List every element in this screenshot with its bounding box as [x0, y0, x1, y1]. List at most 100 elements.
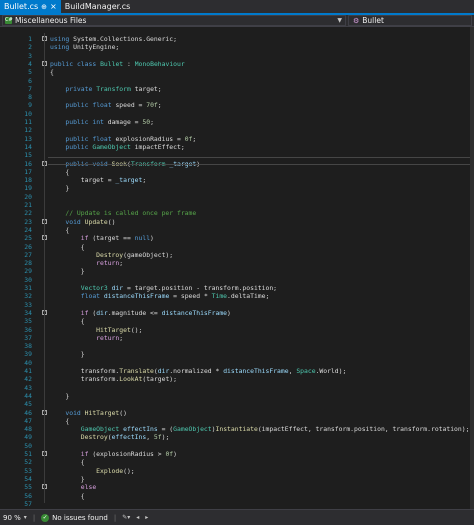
code-line[interactable]: 19 }	[0, 184, 470, 192]
code-text: Destroy(effectIns, 5f);	[50, 433, 170, 442]
code-line[interactable]: 32 float distanceThisFrame = speed * Tim…	[0, 292, 470, 300]
code-line[interactable]: 20	[0, 193, 470, 201]
code-token: distanceThisFrame	[103, 292, 170, 301]
code-line[interactable]: 25− if (target == null)	[0, 234, 470, 242]
code-line[interactable]: 3	[0, 52, 470, 60]
code-line[interactable]: 47 {	[0, 417, 470, 425]
project-scope-dropdown[interactable]: C# Miscellaneous Files ▼	[2, 15, 346, 26]
line-number: 53	[24, 466, 32, 475]
code-line[interactable]: 30	[0, 276, 470, 284]
code-line[interactable]: 4−public class Bullet : MonoBehaviour	[0, 60, 470, 68]
code-line[interactable]: 50	[0, 442, 470, 450]
code-line[interactable]: 24 {	[0, 226, 470, 234]
code-line[interactable]: 36 HitTarget();	[0, 326, 470, 334]
code-line[interactable]: 18 target = _target;	[0, 176, 470, 184]
code-text: }	[50, 267, 85, 275]
code-text: {	[50, 317, 85, 325]
code-line[interactable]: 6	[0, 77, 470, 85]
code-token: {	[50, 225, 70, 234]
code-line[interactable]: 26 {	[0, 243, 470, 251]
code-line[interactable]: 56 {	[0, 492, 470, 500]
code-line[interactable]: 35 {	[0, 317, 470, 325]
code-line[interactable]: 55− else	[0, 483, 470, 491]
code-line[interactable]: 52 {	[0, 458, 470, 466]
code-line[interactable]: 46− void HitTarget()	[0, 409, 470, 417]
code-line[interactable]: 22 // Update is called once per frame	[0, 209, 470, 217]
code-token: GameObject	[173, 425, 212, 434]
code-line[interactable]: 13 public float explosionRadius = 0f;	[0, 135, 470, 143]
code-line[interactable]: 41 transform.Translate(dir.normalized * …	[0, 367, 470, 375]
tab-bullet-cs[interactable]: Bullet.cs ⊕ ×	[0, 0, 61, 13]
code-line[interactable]: 44 }	[0, 392, 470, 400]
vertical-scrollbar[interactable]	[470, 27, 474, 509]
issues-indicator[interactable]: ✓ No issues found	[41, 513, 108, 522]
code-line[interactable]: 45	[0, 400, 470, 408]
code-line[interactable]: 57	[0, 500, 470, 508]
code-line[interactable]: 12	[0, 126, 470, 134]
code-line[interactable]: 1−using System.Collections.Generic;	[0, 35, 470, 43]
code-line[interactable]: 8	[0, 93, 470, 101]
line-number: 56	[24, 491, 32, 500]
code-text: {	[50, 492, 85, 500]
code-token: float	[80, 292, 101, 301]
code-text: if (target == null)	[50, 234, 154, 242]
code-token: {	[50, 242, 85, 251]
brush-icon[interactable]: ✎▾	[122, 514, 130, 521]
code-line[interactable]: 2 using UnityEngine;	[0, 43, 470, 51]
code-token: public	[65, 118, 89, 126]
code-line[interactable]: 40	[0, 359, 470, 367]
code-line[interactable]: 43	[0, 384, 470, 392]
close-icon[interactable]: ×	[50, 2, 57, 11]
line-number: 19	[24, 184, 32, 193]
code-line[interactable]: 21	[0, 201, 470, 209]
code-text: {	[50, 417, 69, 425]
code-line[interactable]: 42 transform.LookAt(target);	[0, 375, 470, 383]
arrow-left-icon[interactable]: ◂	[136, 514, 139, 521]
code-line[interactable]: 10	[0, 110, 470, 118]
code-line[interactable]: 14 public GameObject impactEffect;	[0, 143, 470, 151]
code-line[interactable]: 34− if (dir.magnitude <= distanceThisFra…	[0, 309, 470, 317]
code-line[interactable]: 53 Explode();	[0, 467, 470, 475]
code-line[interactable]: 17 {	[0, 168, 470, 176]
code-token: dir	[96, 308, 108, 317]
code-line[interactable]: 31 Vector3 dir = target.position - trans…	[0, 284, 470, 292]
pin-icon[interactable]: ⊕	[41, 3, 47, 11]
code-line[interactable]: 11 public int damage = 50;	[0, 118, 470, 126]
code-line[interactable]: 5{	[0, 68, 470, 76]
code-line[interactable]: 9 public float speed = 70f;	[0, 101, 470, 109]
code-line[interactable]: 33	[0, 301, 470, 309]
code-line[interactable]: 37 return;	[0, 334, 470, 342]
code-line[interactable]: 51− if (explosionRadius > 0f)	[0, 450, 470, 458]
code-line[interactable]: 54 }	[0, 475, 470, 483]
code-line[interactable]: 28 return;	[0, 259, 470, 267]
code-text: float distanceThisFrame = speed * Time.d…	[50, 292, 270, 301]
code-token: (explosionRadius >	[88, 450, 166, 458]
tab-strip: Bullet.cs ⊕ × BuildManager.cs	[0, 0, 474, 15]
code-line[interactable]: 38	[0, 342, 470, 350]
code-token: ;	[157, 101, 162, 110]
code-line[interactable]: 23− void Update()	[0, 218, 470, 226]
code-token: Time	[211, 292, 228, 301]
class-dropdown[interactable]: ⚙ Bullet	[348, 15, 472, 26]
code-line[interactable]: 39 }	[0, 350, 470, 358]
code-token: .World);	[315, 367, 347, 375]
code-line[interactable]: 49 Destroy(effectIns, 5f);	[0, 433, 470, 441]
code-line[interactable]: 7 private Transform target;	[0, 85, 470, 93]
line-number: 7	[28, 84, 32, 93]
zoom-control[interactable]: 90 % ▾	[0, 514, 27, 522]
code-editor[interactable]: 1−using System.Collections.Generic;2 usin…	[0, 27, 474, 509]
code-text: if (dir.magnitude <= distanceThisFrame)	[50, 309, 231, 317]
arrow-right-icon[interactable]: ▸	[145, 514, 148, 521]
tab-buildmanager-cs[interactable]: BuildManager.cs	[61, 0, 135, 13]
code-line[interactable]: 48 GameObject effectIns = (GameObject)In…	[0, 425, 470, 433]
code-token: }	[50, 184, 70, 193]
code-token: = speed *	[169, 292, 212, 301]
code-token: int	[92, 118, 104, 126]
code-line[interactable]: 27 Destroy(gameObject);	[0, 251, 470, 259]
code-text: void Update()	[50, 218, 115, 226]
code-line[interactable]: 29 }	[0, 267, 470, 275]
line-number: 44	[24, 391, 32, 400]
code-token: Destroy	[80, 433, 108, 442]
